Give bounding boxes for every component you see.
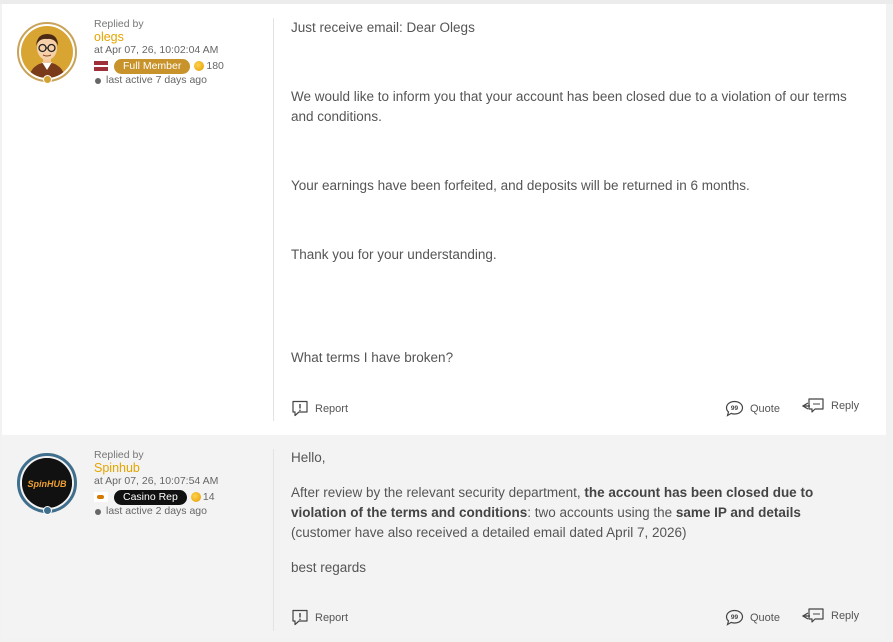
post-paragraph: We would like to inform you that your ac… <box>291 89 847 124</box>
quote-label: Quote <box>750 402 780 415</box>
post-body: Just receive email: Dear Olegs We would … <box>291 18 861 368</box>
svg-text:SpinHUB: SpinHUB <box>28 479 67 489</box>
text-fragment: (customer have also received a detailed … <box>291 525 687 540</box>
report-button[interactable]: Report <box>291 609 348 626</box>
last-active-text: last active 2 days ago <box>106 505 207 517</box>
quote-button[interactable]: 99 Quote <box>725 609 780 626</box>
post-paragraph: What terms I have broken? <box>291 350 454 365</box>
badge-row: Full Member 180 <box>94 58 224 74</box>
post-date: at Apr 07, 26, 10:02:04 AM <box>94 44 219 56</box>
post-paragraph: Just receive email: Dear Olegs <box>291 20 475 35</box>
activity-dot-icon <box>95 508 101 515</box>
quote-icon: 99 <box>725 609 744 626</box>
text-fragment: : two accounts using the <box>527 505 676 520</box>
last-active-text: last active 7 days ago <box>106 74 207 86</box>
latvia-flag-icon <box>94 61 108 71</box>
post-meta: Replied by olegs at Apr 07, 26, 10:02:04… <box>94 18 224 87</box>
column-divider <box>273 18 274 421</box>
quote-label: Quote <box>750 611 780 624</box>
quote-icon: 99 <box>725 400 744 417</box>
spinhub-logo-icon: SpinHUB <box>22 458 72 508</box>
report-label: Report <box>315 402 349 415</box>
post-body: Hello, After review by the relevant secu… <box>291 448 861 578</box>
rank-badge: Full Member <box>114 58 191 74</box>
post-actions: Report 99 Quote Reply <box>291 607 861 629</box>
online-status-dot <box>43 506 52 515</box>
forum-post-spinhub: SpinHUB Replied by Spinhub at Apr 07, 26… <box>2 435 886 639</box>
post-actions: Report 99 Quote Reply <box>291 397 861 420</box>
report-icon <box>292 609 308 626</box>
online-status-dot <box>43 75 52 84</box>
coin-icon <box>190 492 201 502</box>
reply-button[interactable]: Reply <box>801 607 859 625</box>
username-link[interactable]: olegs <box>94 31 224 44</box>
reply-label: Reply <box>831 610 860 622</box>
svg-text:99: 99 <box>731 405 739 412</box>
forum-post-olegs: Replied by olegs at Apr 07, 26, 10:02:04… <box>2 4 886 435</box>
bold-text: same IP and details <box>675 505 801 520</box>
man-with-glasses-icon <box>21 26 73 78</box>
user-points: 180 <box>206 59 224 72</box>
post-paragraph: Thank you for your understanding. <box>291 247 497 262</box>
post-paragraph: Hello, <box>291 450 326 465</box>
cyprus-flag-icon <box>94 492 108 502</box>
svg-text:99: 99 <box>731 614 739 621</box>
badge-row: Casino Rep 14 <box>94 489 218 505</box>
last-active-row: last active 7 days ago <box>94 74 224 87</box>
avatar[interactable] <box>17 22 77 84</box>
post-paragraph: After review by the relevant security de… <box>291 483 861 543</box>
rank-badge: Casino Rep <box>114 489 187 505</box>
coin-icon <box>194 61 205 71</box>
column-divider <box>273 449 274 631</box>
activity-dot-icon <box>95 77 101 84</box>
avatar-image: SpinHUB <box>22 458 72 508</box>
last-active-row: last active 2 days ago <box>94 505 218 518</box>
post-meta: Replied by Spinhub at Apr 07, 26, 10:07:… <box>94 449 218 518</box>
reply-icon <box>801 608 824 623</box>
avatar[interactable]: SpinHUB <box>17 453 77 515</box>
post-paragraph: Your earnings have been forfeited, and d… <box>291 178 750 193</box>
reply-button[interactable]: Reply <box>801 397 859 415</box>
report-button[interactable]: Report <box>291 400 348 417</box>
text-fragment: After review by the relevant security de… <box>291 485 585 500</box>
report-icon <box>292 400 308 417</box>
post-date: at Apr 07, 26, 10:07:54 AM <box>94 475 219 487</box>
report-label: Report <box>315 611 349 624</box>
reply-icon <box>801 398 824 413</box>
user-points: 14 <box>202 490 215 503</box>
avatar-image <box>21 26 73 78</box>
reply-label: Reply <box>831 400 860 412</box>
quote-button[interactable]: 99 Quote <box>725 400 780 417</box>
username-link[interactable]: Spinhub <box>94 462 218 475</box>
post-paragraph: best regards <box>291 560 367 575</box>
